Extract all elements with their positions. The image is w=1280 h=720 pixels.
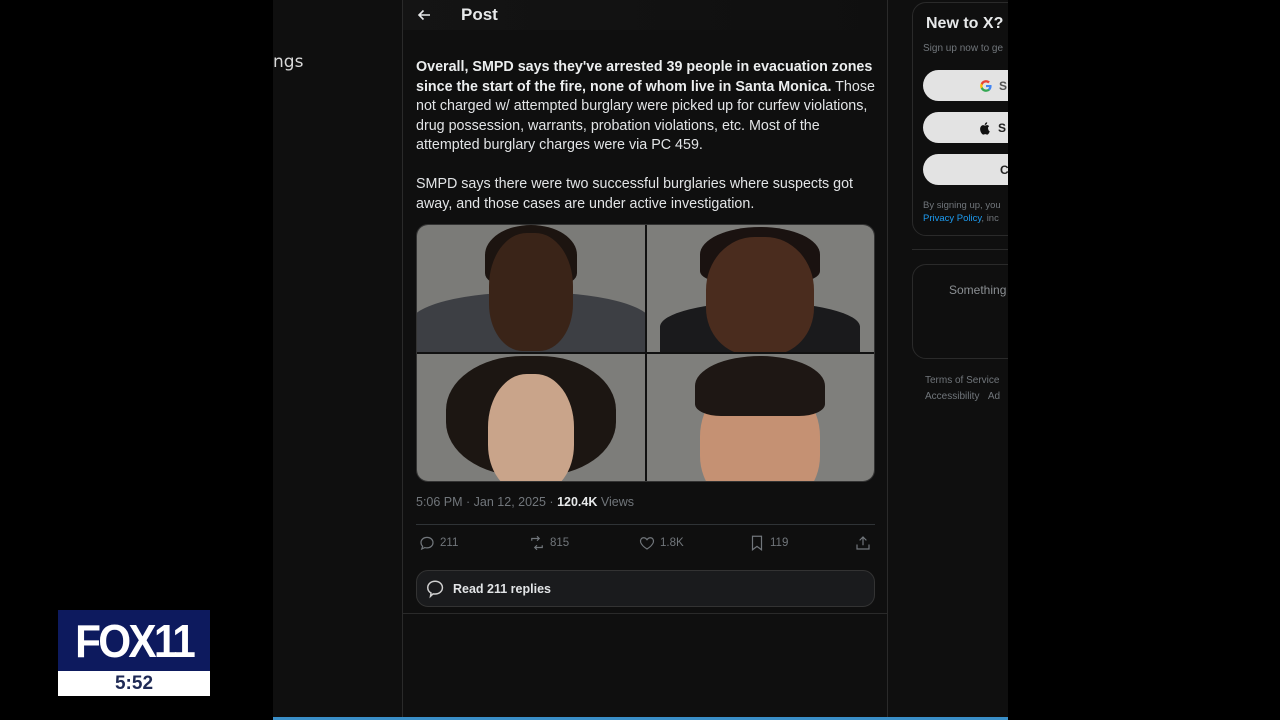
accessibility-link[interactable]: Accessibility (925, 391, 979, 402)
trends-error-text: Something (949, 283, 1007, 297)
reply-icon (420, 536, 434, 551)
bookmark-icon (751, 535, 763, 551)
legal-line-2: , inc (981, 213, 999, 224)
legal-line-1: By signing up, you (923, 200, 1001, 211)
tweet-paragraph-1: Overall, SMPD says they've arrested 39 p… (416, 58, 876, 156)
like-button[interactable]: 1.8K (638, 534, 684, 552)
media-image-2[interactable] (646, 225, 874, 352)
views-count: 120.4K (557, 495, 598, 509)
create-account-button[interactable]: C (923, 154, 1008, 185)
browser-viewport: ngs Post Overall, SMPD says they've arre… (273, 0, 1008, 720)
bookmark-button[interactable]: 119 (748, 534, 788, 552)
page-title: Post (461, 5, 498, 24)
views-label: Views (597, 495, 634, 509)
signup-title: New to X? (926, 15, 1004, 32)
tweet-paragraph-2: SMPD says there were two successful burg… (416, 176, 854, 212)
apple-signup-button[interactable]: S (923, 112, 1008, 143)
share-icon (856, 536, 870, 550)
privacy-policy-link[interactable]: Privacy Policy (923, 213, 981, 224)
divider (403, 613, 887, 614)
network-logo-text: FOX11 (75, 614, 196, 667)
repost-button[interactable]: 815 (528, 534, 569, 552)
create-account-label: C (1000, 162, 1008, 177)
repost-count: 815 (550, 537, 570, 549)
trends-card: Something (912, 264, 1008, 359)
read-replies-button[interactable]: Read 211 replies (416, 570, 875, 607)
heart-icon (639, 537, 655, 550)
reply-button[interactable]: 211 (418, 534, 458, 552)
google-icon (980, 79, 992, 92)
bookmark-count: 119 (770, 537, 789, 549)
signup-card: New to X? Sign up now to ge S S C By sig… (912, 2, 1008, 236)
read-replies-label: Read 211 replies (453, 581, 551, 596)
tweet-actions: 211 815 1.8K 119 (416, 534, 875, 556)
tweet-meta: 5:06 PM · Jan 12, 2025 · 120.4K Views (416, 495, 634, 509)
tweet-body: Overall, SMPD says they've arrested 39 p… (416, 58, 876, 214)
fox11-logo: FOX11 (58, 610, 210, 671)
apple-icon (980, 121, 990, 135)
legal-text: By signing up, you Privacy Policy, inc (923, 199, 1001, 225)
media-image-4[interactable] (646, 354, 874, 481)
divider (912, 249, 1008, 250)
signup-subtitle: Sign up now to ge (923, 43, 1004, 54)
broadcast-clock: 5:52 (114, 672, 154, 694)
google-signup-label: S (999, 78, 1008, 93)
main-column: Post Overall, SMPD says they've arrested… (402, 0, 888, 720)
divider (416, 524, 875, 525)
replies-bubble-icon (427, 579, 444, 598)
fox11-bug: FOX11 5:52 (58, 610, 210, 696)
media-image-3[interactable] (417, 354, 645, 481)
tweet-bold-text: Overall, SMPD says they've arrested 39 p… (416, 59, 873, 95)
back-arrow-icon[interactable] (417, 8, 431, 22)
nav-item-settings-partial[interactable]: ngs (273, 52, 303, 72)
share-button[interactable] (854, 534, 872, 552)
post-header: Post (403, 0, 887, 30)
tweet-media-grid[interactable] (416, 224, 875, 482)
tweet-timestamp[interactable]: 5:06 PM · Jan 12, 2025 · (416, 495, 557, 509)
terms-link[interactable]: Terms of Service (925, 375, 999, 386)
reply-count: 211 (440, 537, 459, 549)
google-signup-button[interactable]: S (923, 70, 1008, 101)
ads-info-link[interactable]: Ad (988, 391, 1000, 402)
footer-links: Terms of Service Accessibility Ad (925, 373, 1000, 405)
media-image-1[interactable] (417, 225, 645, 352)
repost-icon (531, 535, 543, 551)
apple-signup-label: S (998, 120, 1007, 135)
like-count: 1.8K (660, 537, 684, 549)
